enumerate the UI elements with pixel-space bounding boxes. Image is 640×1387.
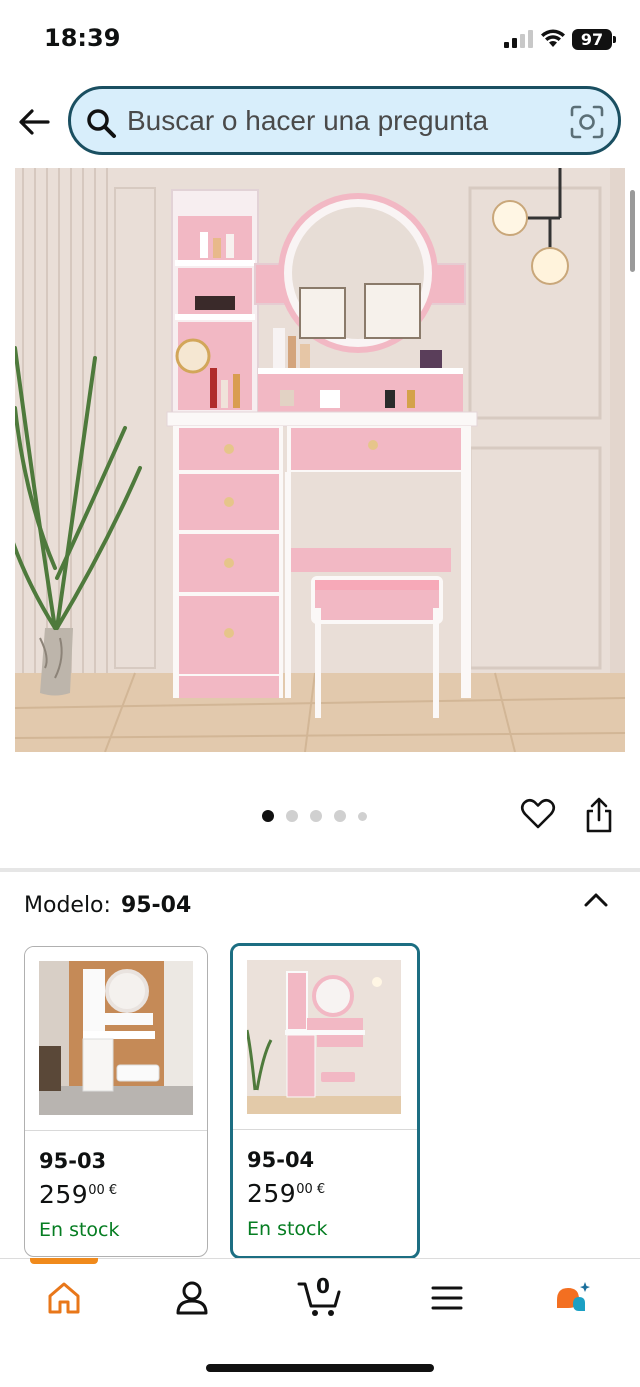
account-icon[interactable] bbox=[172, 1278, 212, 1318]
model-label: Modelo: bbox=[24, 893, 111, 918]
status-time: 18:39 bbox=[44, 24, 121, 52]
status-bar: 18:39 97 bbox=[0, 0, 640, 80]
wifi-icon bbox=[541, 29, 565, 47]
nav-active-indicator bbox=[30, 1258, 98, 1264]
variant-price: 25900 € bbox=[247, 1179, 325, 1208]
variant-card-95-03[interactable]: 95-03 25900 € En stock bbox=[24, 946, 208, 1257]
search-icon bbox=[87, 109, 116, 138]
menu-icon[interactable] bbox=[427, 1278, 467, 1318]
image-pagination-dots[interactable] bbox=[262, 809, 367, 823]
model-selected-value: 95-04 bbox=[120, 893, 192, 918]
variant-thumbnail-image bbox=[39, 961, 193, 1115]
cart-button[interactable]: 0 bbox=[297, 1274, 343, 1318]
heart-icon[interactable] bbox=[520, 796, 556, 832]
variant-thumbnail-frame bbox=[25, 947, 207, 1131]
home-indicator[interactable] bbox=[206, 1364, 434, 1372]
variant-price: 25900 € bbox=[39, 1180, 117, 1209]
share-icon[interactable] bbox=[582, 796, 616, 834]
section-divider bbox=[0, 868, 640, 872]
pagination-dot-4[interactable] bbox=[334, 810, 346, 822]
product-image[interactable] bbox=[15, 168, 625, 752]
search-input[interactable] bbox=[127, 99, 547, 143]
variant-code: 95-03 bbox=[39, 1149, 107, 1173]
scroll-indicator[interactable] bbox=[630, 190, 635, 272]
price-whole: 259 bbox=[39, 1180, 89, 1209]
signal-icon bbox=[504, 30, 533, 48]
back-arrow-icon[interactable] bbox=[14, 102, 54, 142]
stock-status: En stock bbox=[247, 1218, 328, 1240]
search-bar[interactable] bbox=[68, 86, 621, 155]
home-icon[interactable] bbox=[44, 1278, 84, 1318]
variant-card-95-04[interactable]: 95-04 25900 € En stock bbox=[230, 943, 420, 1259]
variant-thumbnail-image bbox=[247, 960, 401, 1114]
variant-thumbnail-frame bbox=[233, 946, 417, 1130]
price-cents: 00 € bbox=[88, 1183, 118, 1198]
pagination-dot-3[interactable] bbox=[310, 810, 322, 822]
pagination-dot-1[interactable] bbox=[262, 810, 274, 822]
cart-count: 0 bbox=[316, 1274, 330, 1298]
variant-code: 95-04 bbox=[247, 1148, 315, 1172]
model-selector-heading: Modelo: 95-04 bbox=[24, 893, 191, 918]
pagination-dot-2[interactable] bbox=[286, 810, 298, 822]
chevron-up-icon[interactable] bbox=[582, 888, 610, 912]
rufus-assistant-icon[interactable] bbox=[553, 1278, 593, 1318]
stock-status: En stock bbox=[39, 1219, 120, 1241]
vanity-table-photo bbox=[15, 168, 625, 752]
price-cents: 00 € bbox=[296, 1182, 326, 1197]
pagination-dot-5[interactable] bbox=[358, 811, 367, 821]
battery-icon: 97 bbox=[572, 29, 616, 50]
camera-lens-icon[interactable] bbox=[570, 105, 604, 139]
price-whole: 259 bbox=[247, 1179, 297, 1208]
